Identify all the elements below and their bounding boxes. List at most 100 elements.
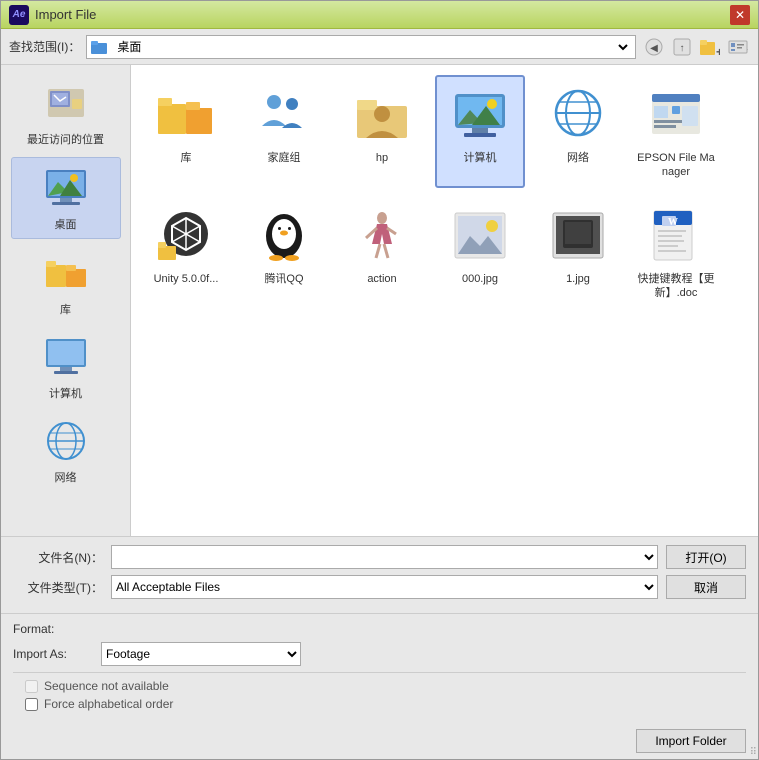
sidebar-recent-label: 最近访问的位置 <box>27 131 104 147</box>
svg-text:↑: ↑ <box>680 43 685 54</box>
file-item-doc[interactable]: W 快捷键教程【更新】.doc <box>631 196 721 309</box>
import-folder-row: Import Folder <box>1 723 758 759</box>
sidebar-item-library[interactable]: 库 <box>11 243 121 323</box>
file-icon-000jpg <box>448 204 512 268</box>
svg-text:+: + <box>716 45 720 56</box>
dialog-title: Import File <box>35 7 96 22</box>
file-item-unity[interactable]: Unity 5.0.0f... <box>141 196 231 309</box>
file-item-hp[interactable]: hp <box>337 75 427 188</box>
file-item-wangluo[interactable]: 网络 <box>533 75 623 188</box>
import-as-label: Import As: <box>13 647 93 661</box>
file-label-jisuanji: 计算机 <box>464 151 497 165</box>
filename-select[interactable] <box>112 545 657 569</box>
toolbar-icons: ◀ ↑ + <box>642 35 750 59</box>
format-divider <box>13 672 746 673</box>
close-button[interactable]: ✕ <box>730 5 750 25</box>
file-icon-qq <box>252 204 316 268</box>
file-label-action: action <box>367 272 396 286</box>
file-icon-doc: W <box>644 204 708 268</box>
sequence-label: Sequence not available <box>44 679 169 693</box>
file-icon-1jpg <box>546 204 610 268</box>
file-item-jisuanji[interactable]: 计算机 <box>435 75 525 188</box>
open-button[interactable]: 打开(O) <box>666 545 746 569</box>
svg-text:▼: ▼ <box>746 47 748 56</box>
file-item-epson[interactable]: EPSON File Manager <box>631 75 721 188</box>
import-as-row: Import As: Footage Composition Compositi… <box>13 642 746 666</box>
sidebar-item-network[interactable]: 网络 <box>11 411 121 491</box>
filetype-field[interactable]: All Acceptable Files All Files (*.*) <box>111 575 658 599</box>
filetype-row: 文件类型(T)： All Acceptable Files All Files … <box>13 575 746 599</box>
file-label-jiatingtzu: 家庭组 <box>268 151 301 165</box>
cancel-button[interactable]: 取消 <box>666 575 746 599</box>
sidebar-item-recent[interactable]: 最近访问的位置 <box>11 73 121 153</box>
sequence-checkbox[interactable] <box>25 680 38 693</box>
location-selector[interactable]: 桌面 库 计算机 网络 <box>86 35 636 59</box>
library-icon <box>42 249 90 297</box>
filename-row: 文件名(N)： 打开(O) <box>13 545 746 569</box>
file-label-epson: EPSON File Manager <box>637 151 715 180</box>
file-icon-jiatingtzu <box>252 83 316 147</box>
file-label-ku: 库 <box>181 151 192 165</box>
sidebar-item-desktop[interactable]: 桌面 <box>11 157 121 239</box>
format-label: Format: <box>13 622 93 636</box>
file-label-hp: hp <box>376 151 388 165</box>
import-folder-button[interactable]: Import Folder <box>636 729 746 753</box>
sidebar-computer-label: 计算机 <box>49 385 82 401</box>
import-as-select[interactable]: Footage Composition Composition - Retain… <box>101 642 301 666</box>
file-icon-epson <box>644 83 708 147</box>
location-label: 查找范围(I)： <box>9 38 80 55</box>
desktop-icon <box>42 164 90 212</box>
ae-app-icon: Ae <box>9 5 29 25</box>
filetype-select[interactable]: All Acceptable Files All Files (*.*) <box>112 575 657 599</box>
sidebar-network-label: 网络 <box>55 469 77 485</box>
file-item-jiatingtzu[interactable]: 家庭组 <box>239 75 329 188</box>
force-alpha-checkbox[interactable] <box>25 698 38 711</box>
computer-sidebar-icon <box>42 333 90 381</box>
filetype-label: 文件类型(T)： <box>13 579 103 596</box>
recent-icon <box>42 79 90 127</box>
sequence-row: Sequence not available <box>13 679 746 693</box>
folder-icon <box>91 39 107 55</box>
file-label-qq: 腾讯QQ <box>264 272 303 286</box>
main-content: 最近访问的位置 桌面 <box>1 65 758 536</box>
format-section: Format: Import As: Footage Composition C… <box>1 613 758 723</box>
file-icon-ku <box>154 83 218 147</box>
location-dropdown[interactable]: 桌面 库 计算机 网络 <box>113 39 631 55</box>
force-alpha-label: Force alphabetical order <box>44 697 173 711</box>
file-item-000jpg[interactable]: 000.jpg <box>435 196 525 309</box>
file-item-1jpg[interactable]: 1.jpg <box>533 196 623 309</box>
file-label-doc: 快捷键教程【更新】.doc <box>637 272 715 301</box>
filename-label: 文件名(N)： <box>13 549 103 566</box>
file-item-action[interactable]: action <box>337 196 427 309</box>
import-file-dialog: Ae Import File ✕ 查找范围(I)： 桌面 库 计算机 网络 ◀ <box>0 0 759 760</box>
file-label-1jpg: 1.jpg <box>566 272 590 286</box>
new-folder-button[interactable]: + <box>698 35 722 59</box>
sidebar-desktop-label: 桌面 <box>55 216 77 232</box>
sidebar-item-computer[interactable]: 计算机 <box>11 327 121 407</box>
file-label-unity: Unity 5.0.0f... <box>154 272 219 286</box>
svg-text:W: W <box>668 217 678 228</box>
file-grid: 库 家庭组 <box>141 75 748 308</box>
sidebar-library-label: 库 <box>60 301 71 317</box>
title-bar: Ae Import File ✕ <box>1 1 758 29</box>
file-area[interactable]: 库 家庭组 <box>131 65 758 536</box>
force-alpha-row: Force alphabetical order <box>13 697 746 711</box>
svg-text:◀: ◀ <box>650 43 658 54</box>
resize-handle[interactable]: ⠿ <box>750 747 757 758</box>
file-item-ku[interactable]: 库 <box>141 75 231 188</box>
file-icon-jisuanji <box>448 83 512 147</box>
file-icon-wangluo <box>546 83 610 147</box>
network-sidebar-icon <box>42 417 90 465</box>
bottom-bar: 文件名(N)： 打开(O) 文件类型(T)： All Acceptable Fi… <box>1 536 758 613</box>
back-button[interactable]: ◀ <box>642 35 666 59</box>
file-icon-unity <box>154 204 218 268</box>
up-button[interactable]: ↑ <box>670 35 694 59</box>
file-label-wangluo: 网络 <box>567 151 589 165</box>
file-icon-hp <box>350 83 414 147</box>
filename-field[interactable] <box>111 545 658 569</box>
file-item-qq[interactable]: 腾讯QQ <box>239 196 329 309</box>
file-icon-action <box>350 204 414 268</box>
file-label-000jpg: 000.jpg <box>462 272 498 286</box>
view-button[interactable]: ▼ <box>726 35 750 59</box>
toolbar: 查找范围(I)： 桌面 库 计算机 网络 ◀ ↑ <box>1 29 758 65</box>
